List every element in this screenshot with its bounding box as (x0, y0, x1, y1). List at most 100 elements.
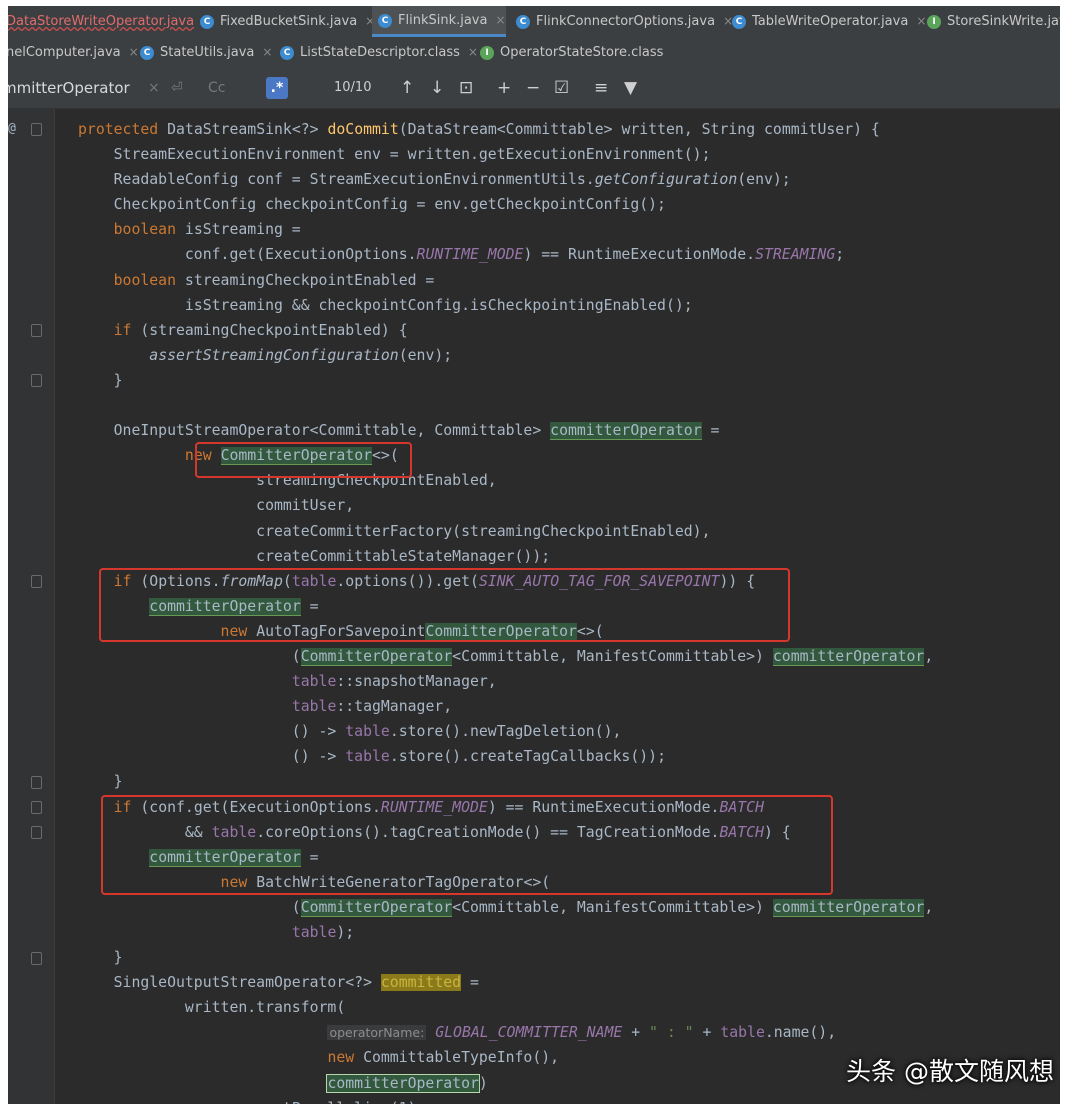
code-line: table); (291, 924, 355, 941)
search-match[interactable]: committerOperator (550, 422, 702, 441)
annotation-box (195, 442, 412, 478)
i-interface-icon: I (480, 45, 494, 60)
tab-label: StoreSinkWrite.java (947, 14, 1060, 29)
fold-icon[interactable] (31, 324, 42, 337)
tab-flinksink[interactable]: C FlinkSink.java × (372, 6, 506, 37)
tab-nelcomputer[interactable]: nelComputer.java × (8, 37, 139, 68)
match-count: 10/10 (334, 80, 372, 95)
code-line: operatorName: GLOBAL_COMMITTER_NAME + " … (327, 1024, 837, 1042)
add-occurrence-icon[interactable]: + (497, 68, 511, 108)
tab-label: OperatorStateStore.class (500, 45, 664, 60)
watermark: 头条 @散文随风想 (846, 1057, 1054, 1086)
clear-search-icon[interactable]: × (148, 68, 160, 108)
override-annotation-icon: @ (8, 121, 16, 136)
tab-datastorewriteoperator[interactable]: DataStoreWriteOperator.java× (8, 6, 212, 37)
code-line: isStreaming && checkpointConfig.isCheckp… (78, 296, 693, 314)
ide-window: DataStoreWriteOperator.java× CFixedBucke… (8, 6, 1060, 1104)
search-match[interactable]: committerOperator (772, 647, 925, 666)
editor-tab-row: DataStoreWriteOperator.java× CFixedBucke… (8, 6, 1060, 38)
fold-icon[interactable] (31, 952, 42, 965)
code-line: } (78, 371, 123, 389)
code-line: ReadableConfig conf = StreamExecutionEnv… (78, 171, 791, 189)
next-match-icon[interactable]: ↓ (430, 68, 444, 108)
tab-label: FixedBucketSink.java (220, 14, 358, 29)
tab-operatorstatestore[interactable]: I OperatorStateStore.class (474, 37, 663, 68)
search-match[interactable]: CommitterOperator (300, 898, 453, 917)
c-class-icon: C (516, 14, 530, 29)
filter-options-icon[interactable]: ≡ (594, 68, 608, 108)
fold-icon[interactable] (31, 575, 42, 588)
tab-label: nelComputer.java (8, 45, 121, 60)
match-case-icon[interactable]: Cc (208, 68, 225, 108)
tab-label: ListStateDescriptor.class (300, 45, 460, 60)
fold-icon[interactable] (31, 123, 42, 136)
annotation-box (101, 795, 833, 895)
code-line: protected DataStreamSink<?> doCommit(Dat… (78, 121, 880, 138)
select-all-occurrences-icon[interactable]: ⊡ (459, 68, 473, 108)
tab-liststatedescriptor[interactable]: C ListStateDescriptor.class × (274, 37, 478, 68)
code-line: commitUser, (78, 497, 355, 515)
tab-label: FlinkSink.java (398, 13, 488, 28)
remove-occurrence-icon[interactable]: − (526, 68, 540, 108)
code-editor[interactable]: @ protected DataStreamSink<?> doCommit(D… (8, 109, 1060, 1104)
i-interface-icon: I (927, 14, 941, 29)
code-line: CheckpointConfig checkpointConfig = env.… (78, 196, 666, 214)
code-line: written.transform( (78, 999, 346, 1017)
search-match[interactable]: committerOperator (772, 898, 925, 917)
fold-icon[interactable] (31, 776, 42, 789)
code-line: StreamExecutionEnvironment env = written… (78, 146, 711, 164)
editor-tab-row-2: nelComputer.java × C StateUtils.java × C Lis… (8, 37, 1060, 69)
code-line: conf.get(ExecutionOptions.RUNTIME_MODE) … (78, 246, 845, 264)
tab-flinkconnectoroptions[interactable]: C FlinkConnectorOptions.java × (510, 6, 733, 37)
tab-label: StateUtils.java (160, 45, 255, 60)
tab-fixedbucketsink[interactable]: C FixedBucketSink.java × (194, 6, 375, 37)
find-input[interactable]: mmitterOperator (8, 68, 162, 108)
tab-label: TableWriteOperator.java (752, 14, 909, 29)
c-class-icon: C (140, 45, 154, 60)
tab-label: DataStoreWriteOperator.java (8, 14, 195, 29)
code-line: } (78, 773, 123, 791)
code-line: assertStreamingConfiguration(env); (149, 346, 453, 364)
code-line: } (78, 949, 123, 967)
fold-icon[interactable] (31, 826, 42, 839)
close-icon[interactable]: × (495, 13, 505, 27)
tab-tablewriteoperator[interactable]: C TableWriteOperator.java × (726, 6, 926, 37)
code-line: boolean isStreaming = (113, 221, 301, 239)
code-line: () -> table.store().createTagCallbacks()… (78, 748, 666, 766)
c-class-icon: C (378, 13, 392, 28)
regex-toggle-icon[interactable]: .* (266, 77, 288, 99)
annotation-box (99, 568, 790, 642)
fold-icon[interactable] (31, 374, 42, 387)
c-class-icon: C (732, 14, 746, 29)
search-match[interactable]: CommitterOperator (300, 647, 453, 666)
code-line: .setParallelism(1) (78, 1096, 933, 1104)
code-line: (CommitterOperator<Committable, Manifest… (78, 647, 934, 666)
fold-icon[interactable] (31, 801, 42, 814)
code-line: SingleOutputStreamOperator<?> committed … (78, 974, 479, 992)
highlighted-variable[interactable]: committed (380, 974, 462, 992)
code-line: if (streamingCheckpointEnabled) { (113, 321, 408, 339)
tab-label: FlinkConnectorOptions.java (536, 14, 716, 29)
code-line: createCommittableStateManager()); (78, 547, 551, 565)
c-class-icon: C (280, 45, 294, 60)
filter-icon[interactable]: ▼ (624, 68, 637, 108)
code-line: OneInputStreamOperator<Committable, Comm… (78, 422, 720, 441)
tab-stateutils[interactable]: C StateUtils.java × (134, 37, 272, 68)
code-line: (CommitterOperator<Committable, Manifest… (78, 898, 934, 917)
search-match-current[interactable]: committerOperator (326, 1073, 480, 1093)
c-class-icon: C (200, 14, 214, 29)
code-line: table::tagManager, (291, 698, 453, 716)
previous-match-icon[interactable]: ↑ (400, 68, 414, 108)
code-line: () -> table.store().newTagDeletion(), (78, 723, 622, 741)
new-line-icon[interactable]: ⏎ (171, 68, 183, 108)
close-icon[interactable]: × (262, 45, 272, 59)
tab-storesinkwrite[interactable]: I StoreSinkWrite.java (921, 6, 1060, 37)
code-line: new CommittableTypeInfo(), (327, 1049, 560, 1067)
code-line: createCommitterFactory(streamingCheckpoi… (78, 522, 711, 540)
code-line: committerOperator) (326, 1073, 488, 1093)
parameter-hint: operatorName: (327, 1025, 427, 1041)
code-line: boolean streamingCheckpointEnabled = (113, 271, 435, 289)
find-bar: mmitterOperator × ⏎ Cc .* 10/10 ↑ ↓ ⊡ + … (8, 68, 1060, 109)
select-all-matches-icon[interactable]: ☑ (554, 68, 569, 108)
